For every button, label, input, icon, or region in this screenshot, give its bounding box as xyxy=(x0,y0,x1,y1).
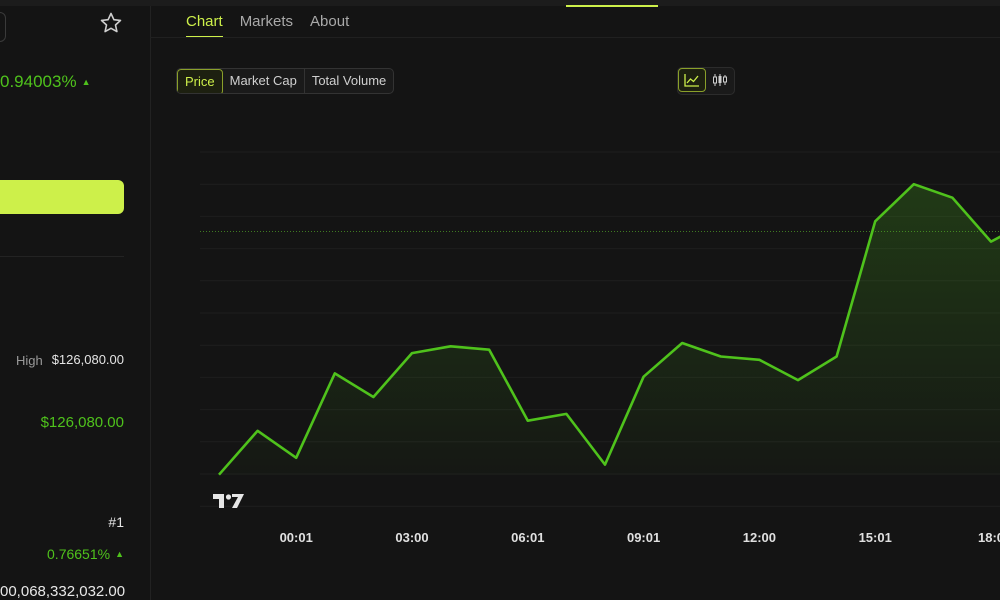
price-area xyxy=(219,184,1000,475)
high-label: High xyxy=(16,353,43,368)
all-time-high-value: $126,080.00 xyxy=(40,414,124,431)
x-tick-label: 03:00 xyxy=(395,530,428,545)
candlestick-icon xyxy=(713,74,727,86)
price-change-value: 0.94003% xyxy=(0,72,77,91)
x-tick-label: 12:00 xyxy=(743,530,776,545)
x-tick-label: 18:0 xyxy=(978,530,1000,545)
market-cap-value: 00,068,332,032.00 xyxy=(0,583,126,600)
tab-chart[interactable]: Chart xyxy=(186,6,223,38)
metric-price-button[interactable]: Price xyxy=(177,69,223,93)
metric-toggle: Price Market Cap Total Volume xyxy=(176,68,395,94)
market-cap-change-value: 0.76651% xyxy=(47,546,111,562)
high-value: $126,080.00 xyxy=(51,352,124,367)
primary-action-button[interactable] xyxy=(0,180,124,214)
app-page: 0.94003% ▲ High $126,080.00 $126,080.00 #… xyxy=(0,0,1000,600)
candlestick-view-button[interactable] xyxy=(706,68,734,92)
market-cap-rank: #1 xyxy=(108,514,124,530)
price-change-percent: 0.94003% ▲ xyxy=(0,72,91,92)
tabs-divider xyxy=(150,37,1000,38)
top-bar-active-indicator xyxy=(566,5,658,7)
x-tick-label: 09:01 xyxy=(627,530,660,545)
tradingview-logo-icon xyxy=(213,494,244,508)
line-view-button[interactable] xyxy=(678,68,706,92)
x-tick-label: 15:01 xyxy=(859,530,892,545)
metric-total-volume-button[interactable]: Total Volume xyxy=(305,69,393,93)
metric-market-cap-button[interactable]: Market Cap xyxy=(223,69,305,93)
x-tick-label: 00:01 xyxy=(280,530,313,545)
tab-about[interactable]: About xyxy=(310,6,349,37)
tab-markets[interactable]: Markets xyxy=(240,6,293,37)
divider xyxy=(0,256,124,257)
star-outline-icon[interactable] xyxy=(99,11,123,35)
main-tabs: Chart Markets About xyxy=(186,6,366,38)
chart-view-toggle xyxy=(677,67,735,95)
coin-summary-panel: 0.94003% ▲ High $126,080.00 $126,080.00 #… xyxy=(0,6,151,600)
up-triangle-icon: ▲ xyxy=(115,549,124,559)
up-triangle-icon: ▲ xyxy=(81,77,91,87)
coin-selector[interactable] xyxy=(0,12,6,42)
market-cap-change: 0.76651% ▲ xyxy=(47,546,124,562)
line-chart-icon xyxy=(684,74,699,87)
price-chart[interactable]: 00:01 03:00 06:01 09:01 12:00 15:01 18:0 xyxy=(150,100,1000,560)
x-tick-label: 06:01 xyxy=(511,530,544,545)
